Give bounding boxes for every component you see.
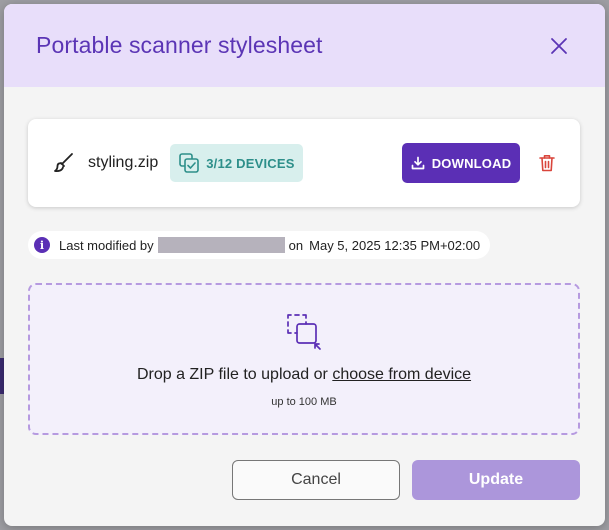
last-modified-info: i Last modified by on May 5, 2025 12:35 …: [28, 231, 491, 259]
last-modified-timestamp: May 5, 2025 12:35 PM+02:00: [309, 237, 481, 253]
dropzone-prompt: Drop a ZIP file to upload or: [136, 366, 328, 383]
last-modified-on: on: [288, 237, 304, 253]
download-icon: [411, 156, 425, 170]
file-name: styling.zip: [88, 154, 159, 171]
delete-button[interactable]: [534, 150, 560, 176]
update-button[interactable]: Update: [412, 460, 580, 500]
download-button[interactable]: DOWNLOAD: [402, 143, 520, 183]
last-modified-prefix: Last modified by: [59, 237, 154, 253]
copy-check-icon: [179, 153, 200, 173]
trash-icon: [539, 155, 555, 172]
devices-badge[interactable]: 3/12 DEVICES: [170, 144, 303, 182]
devices-badge-label: 3/12 DEVICES: [206, 155, 295, 171]
drag-drop-icon: [287, 314, 321, 350]
choose-from-device-link[interactable]: choose from device: [332, 366, 471, 383]
cancel-button[interactable]: Cancel: [232, 460, 400, 500]
close-button[interactable]: [545, 32, 573, 60]
download-button-label: DOWNLOAD: [431, 155, 512, 171]
upload-size-limit: up to 100 MB: [271, 396, 337, 408]
dialog-title: Portable scanner stylesheet: [36, 32, 323, 58]
info-icon: i: [34, 237, 50, 253]
dropzone-text: Drop a ZIP file to upload or choose from…: [137, 366, 471, 384]
redacted-user: [157, 237, 285, 253]
paintbrush-icon: [52, 151, 76, 175]
close-icon: [551, 37, 567, 54]
file-dropzone[interactable]: Drop a ZIP file to upload or choose from…: [28, 283, 580, 435]
dialog-header: Portable scanner stylesheet: [4, 4, 605, 87]
dialog: Portable scanner stylesheet styling.zip …: [4, 4, 605, 526]
file-card: styling.zip 3/12 DEVICES DOWNLOAD: [28, 119, 580, 207]
